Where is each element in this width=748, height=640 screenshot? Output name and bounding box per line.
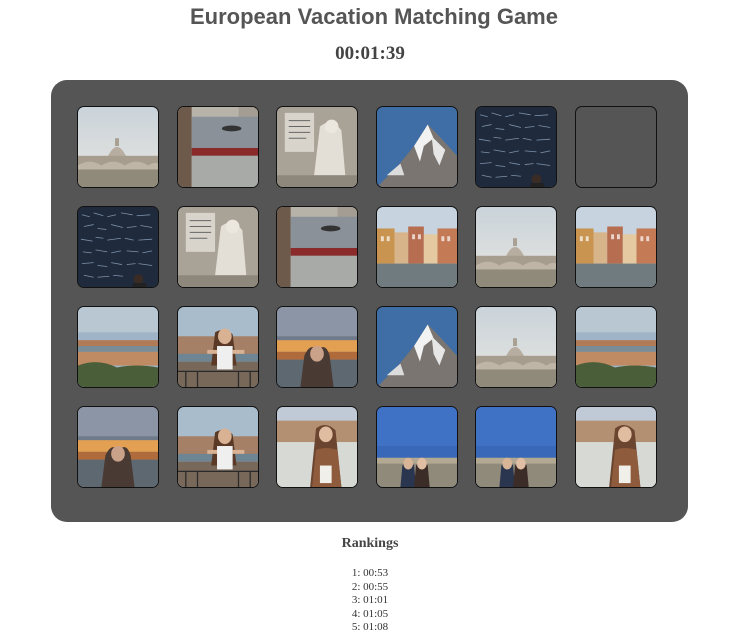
game-board [51,80,688,522]
card-florence-panorama[interactable] [575,306,657,388]
card-venice-canal[interactable] [575,206,657,288]
ranking-entry: 1: 00:53 [351,567,389,579]
ranking-entry: 2: 00:55 [351,580,389,593]
rankings-list: 1: 00:53 2: 00:55 3: 01:01 4: 01:05 5: 0… [0,567,740,635]
card-woman-sunset[interactable] [276,306,359,388]
card-vatican-bridge[interactable] [475,306,558,388]
ranking-entry: 4: 01:05 [351,607,389,620]
card-venice-canal[interactable] [375,206,458,288]
ranking-entry: 3: 01:01 [351,594,389,606]
card-canal-bridge[interactable] [276,206,359,288]
rankings-title: Rankings [341,536,399,551]
card-statue-inscription[interactable] [276,106,359,188]
card-vatican-bridge[interactable] [77,106,159,188]
card-florence-panorama[interactable] [77,306,159,388]
card-love-wall[interactable] [77,206,159,288]
card-couple-blue-sky[interactable] [375,406,458,488]
card-woman-railing[interactable] [176,406,259,488]
ranking-entry: 5: 01:08 [351,621,389,633]
card-woman-river[interactable] [575,406,657,488]
card-woman-railing[interactable] [176,306,259,388]
card-woman-sunset[interactable] [77,406,159,488]
card-woman-river[interactable] [276,406,359,488]
card-mountain-peak[interactable] [375,306,458,388]
card-love-wall[interactable] [475,106,558,188]
card-mountain-peak[interactable] [375,106,458,188]
card-empty[interactable] [575,106,657,188]
card-vatican-bridge[interactable] [475,206,558,288]
card-couple-blue-sky[interactable] [475,406,558,488]
card-canal-bridge[interactable] [176,106,259,188]
game-timer: 00:01:39 [335,43,405,64]
game-title: European Vacation Matching Game [190,4,558,29]
card-statue-inscription[interactable] [176,206,259,288]
